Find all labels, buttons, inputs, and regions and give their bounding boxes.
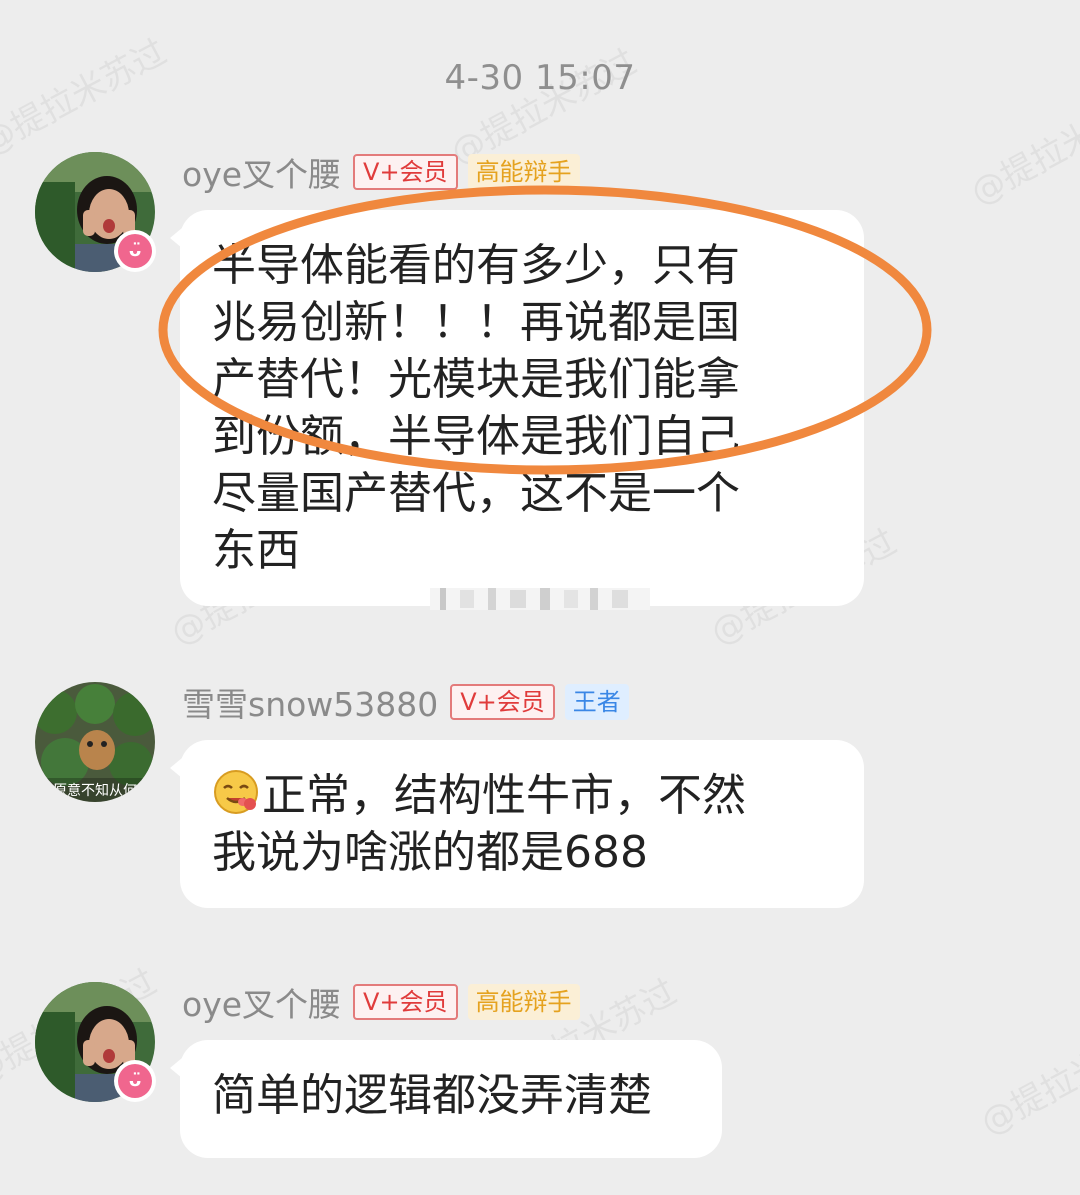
message-text-line: 尽量国产替代，这不是一个	[212, 468, 740, 519]
vip-member-badge[interactable]: V+会员	[353, 154, 458, 190]
rabbit-ear-icon: ᴗ̈	[118, 234, 152, 268]
message-text-line: 简单的逻辑都没弄清楚	[212, 1070, 652, 1121]
message-text: 正常，结构性牛市，不然	[262, 770, 746, 821]
message-text-line: 我说为啥涨的都是688	[212, 827, 648, 878]
vip-badge-dot: ᴗ̈	[114, 1060, 156, 1102]
king-badge[interactable]: 王者	[564, 684, 629, 720]
message-bubble[interactable]: 正常，结构性牛市，不然 我说为啥涨的都是688	[170, 740, 864, 908]
message-bubble[interactable]: 半导体能看的有多少，只有 兆易创新！！！再说都是国 产替代！光模块是我们能拿 到…	[170, 210, 864, 606]
vip-member-badge[interactable]: V+会员	[353, 984, 458, 1020]
message-header: 雪雪snow53880 V+会员 王者	[182, 680, 639, 724]
message-timestamp: 4-30 15:07	[444, 58, 636, 98]
message-bubble[interactable]: 简单的逻辑都没弄清楚	[170, 1040, 722, 1158]
avatar[interactable]: 原意不知从何	[35, 682, 155, 802]
message-text-line: 东西	[212, 525, 300, 576]
message-text-line: 产替代！光模块是我们能拿	[212, 354, 740, 405]
username[interactable]: oye叉个腰	[182, 978, 341, 1026]
message-text-line: 半导体能看的有多少，只有	[212, 240, 740, 291]
redacted-strip	[430, 588, 650, 610]
yum-emoji-icon	[214, 770, 258, 814]
message-text-line: 正常，结构性牛市，不然	[212, 767, 832, 824]
message-header: oye叉个腰 V+会员 高能辩手	[182, 150, 590, 194]
vip-badge-dot: ᴗ̈	[114, 230, 156, 272]
avatar-caption: 原意不知从何	[53, 783, 137, 799]
username[interactable]: 雪雪snow53880	[182, 678, 438, 726]
message-text-line: 兆易创新！！！再说都是国	[212, 297, 740, 348]
debater-badge[interactable]: 高能辩手	[467, 154, 580, 190]
message-text-line: 到份额，半导体是我们自己	[212, 411, 740, 462]
watermark: @提拉米苏过	[974, 1012, 1080, 1144]
debater-badge[interactable]: 高能辩手	[467, 984, 580, 1020]
rabbit-ear-icon: ᴗ̈	[118, 1064, 152, 1098]
vip-member-badge[interactable]: V+会员	[450, 684, 555, 720]
username[interactable]: oye叉个腰	[182, 148, 341, 196]
message-header: oye叉个腰 V+会员 高能辩手	[182, 980, 590, 1024]
